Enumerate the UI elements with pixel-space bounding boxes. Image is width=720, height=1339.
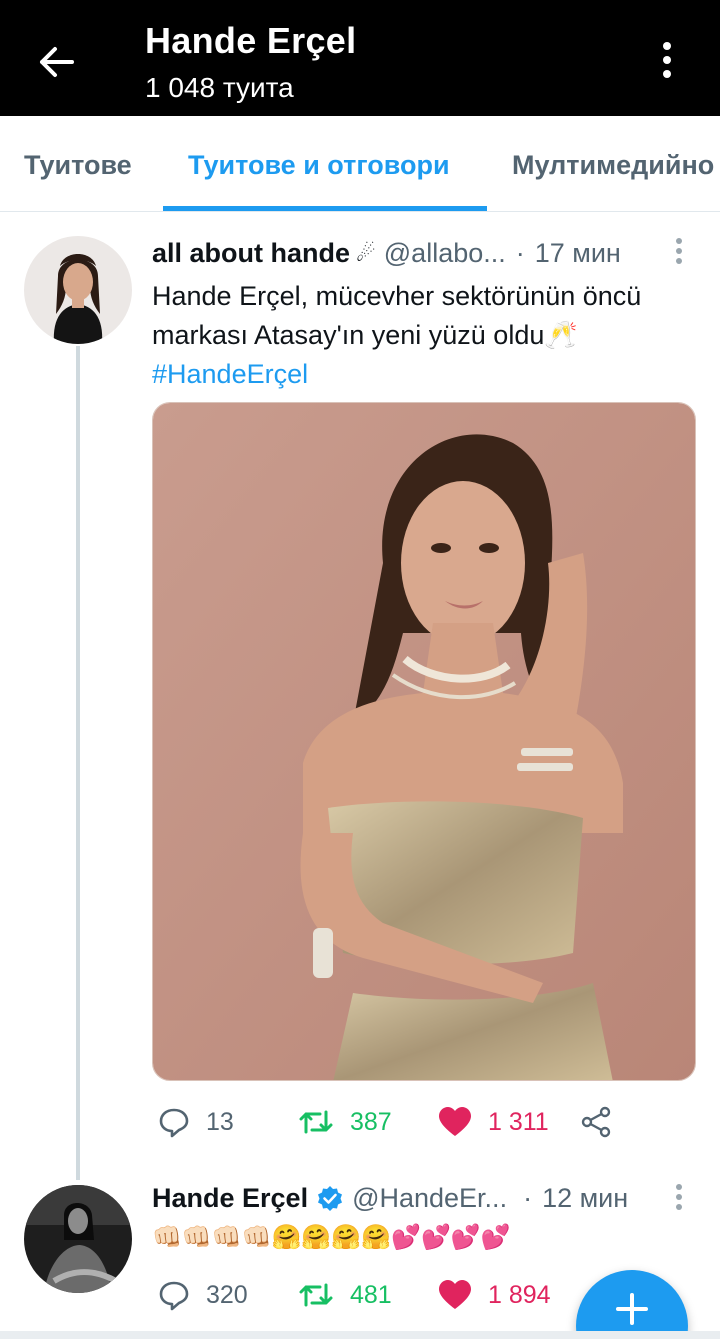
like-count: 1 311 [488, 1107, 549, 1136]
name-emoji: ☄ [356, 240, 376, 266]
reply-count: 13 [206, 1107, 234, 1136]
tab-tweets-and-replies[interactable]: Туитове и отговори [188, 150, 450, 181]
hashtag-link[interactable]: #HandeErçel [152, 355, 700, 394]
retweet-icon [299, 1283, 333, 1307]
bottom-divider [0, 1331, 720, 1339]
tweet-text: Hande Erçel, mücevher sektörünün öncü ma… [152, 277, 700, 394]
tweet-media-image[interactable] [152, 402, 696, 1081]
like-button[interactable]: 1 311 [438, 1102, 549, 1142]
retweet-count: 387 [350, 1107, 392, 1136]
share-icon [581, 1106, 611, 1138]
profile-header: Hande Erçel 1 048 туита [0, 0, 720, 116]
tweet-meta: Hande Erçel @HandeEr... · 12 мин [152, 1183, 628, 1214]
retweet-button[interactable]: 387 [298, 1102, 392, 1142]
heart-icon [439, 1280, 471, 1309]
author-name[interactable]: all about hande [152, 238, 350, 269]
active-tab-indicator [163, 206, 487, 211]
avatar[interactable] [24, 1185, 132, 1293]
reply-count: 320 [206, 1280, 248, 1309]
tweet-count: 1 048 туита [145, 72, 294, 103]
tweet-actions: 13 387 1 311 [152, 1102, 712, 1142]
like-count: 1 894 [488, 1280, 551, 1309]
reply-button[interactable]: 320 [158, 1275, 248, 1315]
retweet-count: 481 [350, 1280, 392, 1309]
tweet-meta: all about hande ☄ @allabo... · 17 мин [152, 238, 621, 269]
tweet-text: 👊🏻👊🏻👊🏻👊🏻🤗🤗🤗🤗💕💕💕💕 [152, 1218, 700, 1257]
thread-line [76, 346, 80, 1180]
profile-page: Hande Erçel 1 048 туита Туитове Туитове … [0, 0, 720, 1339]
separator-dot: · [515, 238, 525, 268]
separator-dot: · [523, 1183, 533, 1213]
author-handle: @HandeEr... [352, 1183, 508, 1213]
share-button[interactable] [580, 1102, 612, 1142]
arrow-left-icon [40, 47, 74, 77]
retweet-button[interactable]: 481 [298, 1275, 392, 1315]
tweet-options-icon[interactable] [676, 1184, 684, 1210]
like-button[interactable]: 1 894 [438, 1275, 551, 1315]
profile-title: Hande Erçel [145, 20, 357, 61]
tab-media[interactable]: Мултимедийно [512, 150, 714, 181]
tweet-time: 12 мин [542, 1183, 629, 1213]
reply-icon [159, 1281, 189, 1311]
reply-icon [159, 1108, 189, 1138]
heart-icon [439, 1107, 471, 1136]
author-handle: @allabo... [383, 238, 506, 268]
more-button[interactable] [650, 38, 684, 82]
plus-icon [616, 1293, 648, 1325]
tab-tweets[interactable]: Туитове [24, 150, 132, 181]
reply-button[interactable]: 13 [158, 1102, 234, 1142]
tweet-body: 👊🏻👊🏻👊🏻👊🏻🤗🤗🤗🤗💕💕💕💕 [152, 1224, 511, 1251]
profile-tabs: Туитове Туитове и отговори Мултимедийно [0, 116, 720, 212]
retweet-icon [299, 1110, 333, 1134]
author-name[interactable]: Hande Erçel [152, 1183, 308, 1214]
tweet-time: 17 мин [534, 238, 621, 268]
avatar[interactable] [24, 236, 132, 344]
back-button[interactable] [30, 36, 82, 88]
more-vertical-icon [663, 42, 671, 50]
tweet-options-icon[interactable] [676, 238, 684, 264]
verified-badge-icon [318, 1185, 343, 1211]
tweet-emoji: 🥂 [544, 320, 578, 350]
